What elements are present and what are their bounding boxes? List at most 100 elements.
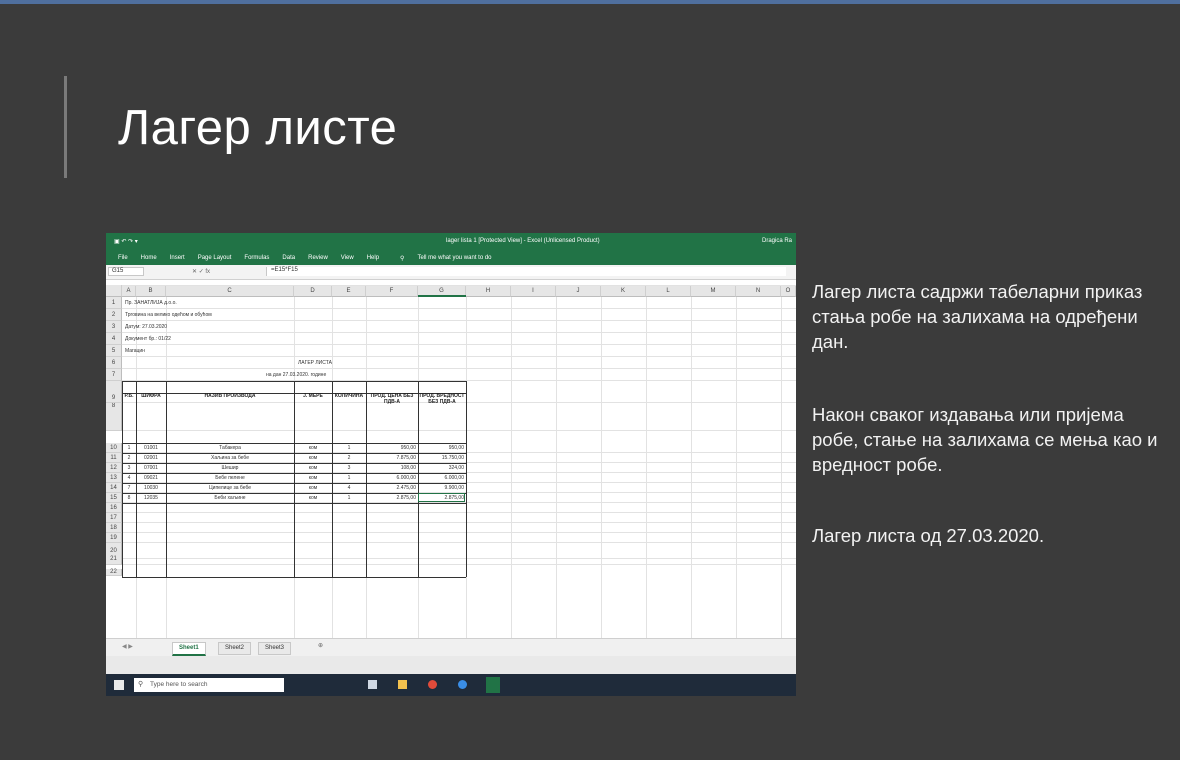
ribbon-tab-insert[interactable]: Insert bbox=[170, 255, 185, 261]
add-sheet-icon[interactable]: ⊕ bbox=[318, 642, 323, 649]
row-header[interactable]: 1 bbox=[106, 297, 122, 309]
sheet-tab-3[interactable]: Sheet3 bbox=[258, 642, 292, 655]
header-line-cell[interactable]: Пр. ЗАНАТЛИЈА д.о.о. bbox=[125, 300, 177, 306]
row-header[interactable]: 8 bbox=[106, 381, 122, 431]
table-header-cell[interactable]: НАЗИВ ПРОИЗВОДА bbox=[166, 393, 294, 399]
table-data-cell[interactable]: Хаљина за бебе bbox=[168, 455, 292, 461]
table-header-cell[interactable]: Р.Б. bbox=[122, 393, 136, 399]
table-data-cell[interactable]: 1 bbox=[334, 445, 364, 451]
header-line-cell[interactable]: Трговина на велико одећом и обућом bbox=[125, 312, 212, 318]
table-data-cell[interactable]: 12035 bbox=[138, 495, 164, 501]
table-data-cell[interactable]: 01001 bbox=[138, 445, 164, 451]
column-header[interactable]: C bbox=[166, 285, 294, 297]
table-data-cell[interactable]: ком bbox=[296, 455, 330, 461]
column-header[interactable]: A bbox=[122, 285, 136, 297]
table-data-cell[interactable]: 07001 bbox=[138, 465, 164, 471]
file-explorer-icon[interactable] bbox=[398, 680, 407, 689]
ribbon-tab-page-layout[interactable]: Page Layout bbox=[198, 255, 232, 261]
table-data-cell[interactable]: 2 bbox=[334, 455, 364, 461]
ribbon-tab-help[interactable]: Help bbox=[367, 255, 379, 261]
table-data-cell[interactable]: 950,00 bbox=[420, 445, 464, 451]
row-header[interactable]: 12 bbox=[106, 463, 122, 473]
column-header[interactable]: O bbox=[781, 285, 796, 297]
chrome-icon[interactable] bbox=[428, 680, 437, 689]
ribbon-tab-view[interactable]: View bbox=[341, 255, 354, 261]
column-header[interactable]: J bbox=[556, 285, 601, 297]
table-header-cell[interactable]: Ј. МЕРЕ bbox=[294, 393, 332, 399]
row-header[interactable]: 15 bbox=[106, 493, 122, 503]
table-header-cell[interactable]: ШИФРА bbox=[136, 393, 166, 399]
table-data-cell[interactable]: 9.900,00 bbox=[420, 485, 464, 491]
table-data-cell[interactable]: 02001 bbox=[138, 455, 164, 461]
table-data-cell[interactable]: Бебе пелене bbox=[168, 475, 292, 481]
table-data-cell[interactable]: 950,00 bbox=[368, 445, 416, 451]
table-data-cell[interactable]: 10030 bbox=[138, 485, 164, 491]
ribbon-tab-review[interactable]: Review bbox=[308, 255, 328, 261]
ribbon-tab-home[interactable]: Home bbox=[141, 255, 157, 261]
edge-icon[interactable] bbox=[458, 680, 467, 689]
row-header[interactable]: 19 bbox=[106, 533, 122, 543]
row-header[interactable]: 3 bbox=[106, 321, 122, 333]
column-header[interactable]: M bbox=[691, 285, 736, 297]
header-line-cell[interactable]: Магацин bbox=[125, 348, 145, 354]
table-header-cell[interactable]: КОЛИЧИНА bbox=[332, 393, 366, 399]
windows-start-icon[interactable] bbox=[114, 680, 124, 690]
row-header[interactable]: 9 bbox=[106, 393, 122, 403]
table-data-cell[interactable]: 1 bbox=[334, 495, 364, 501]
taskbar-search-box[interactable]: ⚲ Type here to search bbox=[134, 678, 284, 692]
table-header-cell[interactable]: ПРОД. ВРЕДНОСТ БЕЗ ПДВ-А bbox=[418, 393, 466, 405]
sheet-title-cell[interactable]: ЛАГЕР ЛИСТА bbox=[298, 360, 332, 366]
column-header[interactable]: H bbox=[466, 285, 511, 297]
sheet-subtitle-cell[interactable]: на дан 27.03.2020. године bbox=[266, 372, 326, 378]
header-line-cell[interactable]: Датум: 27.03.2020 bbox=[125, 324, 167, 330]
row-header[interactable]: 22 bbox=[106, 569, 122, 576]
table-data-cell[interactable]: ком bbox=[296, 465, 330, 471]
column-header[interactable]: D bbox=[294, 285, 332, 297]
sheet-nav-arrows-icon[interactable]: ◀ ▶ bbox=[122, 643, 133, 650]
table-data-cell[interactable]: 2.875,00 bbox=[368, 495, 416, 501]
row-header[interactable]: 10 bbox=[106, 443, 122, 453]
name-box[interactable]: G15 bbox=[108, 267, 144, 276]
table-data-cell[interactable]: 7.875,00 bbox=[368, 455, 416, 461]
column-header[interactable]: B bbox=[136, 285, 166, 297]
table-header-cell[interactable]: ПРОД. ЦЕНА БЕЗ ПДВ-А bbox=[366, 393, 418, 405]
row-header[interactable]: 17 bbox=[106, 513, 122, 523]
table-data-cell[interactable]: 6.000,00 bbox=[368, 475, 416, 481]
header-line-cell[interactable]: Документ бр.: 01/22 bbox=[125, 336, 171, 342]
column-header[interactable]: L bbox=[646, 285, 691, 297]
table-data-cell[interactable]: Шешир bbox=[168, 465, 292, 471]
table-data-cell[interactable]: Ципелице за бебе bbox=[168, 485, 292, 491]
column-header[interactable]: E bbox=[332, 285, 366, 297]
excel-app-icon[interactable] bbox=[486, 677, 500, 693]
table-data-cell[interactable]: ком bbox=[296, 485, 330, 491]
row-header[interactable]: 14 bbox=[106, 483, 122, 493]
row-header[interactable]: 5 bbox=[106, 345, 122, 357]
table-data-cell[interactable]: 2.475,00 bbox=[368, 485, 416, 491]
row-header[interactable]: 11 bbox=[106, 453, 122, 463]
table-data-cell[interactable]: 15.750,00 bbox=[420, 455, 464, 461]
table-data-cell[interactable]: 2 bbox=[124, 455, 134, 461]
table-data-cell[interactable]: 4 bbox=[124, 475, 134, 481]
formula-input[interactable]: =E15*F15 bbox=[266, 267, 786, 276]
ribbon-tab-formulas[interactable]: Formulas bbox=[244, 255, 269, 261]
table-data-cell[interactable]: 1 bbox=[124, 445, 134, 451]
row-header[interactable]: 2 bbox=[106, 309, 122, 321]
row-header[interactable]: 6 bbox=[106, 357, 122, 369]
ribbon-tab-file[interactable]: File bbox=[118, 255, 128, 261]
table-data-cell[interactable]: ком bbox=[296, 495, 330, 501]
table-data-cell[interactable]: 3 bbox=[334, 465, 364, 471]
table-data-cell[interactable]: 7 bbox=[124, 485, 134, 491]
column-header[interactable]: K bbox=[601, 285, 646, 297]
table-data-cell[interactable]: 3 bbox=[124, 465, 134, 471]
sheet-tab-1[interactable]: Sheet1 bbox=[172, 642, 206, 656]
table-data-cell[interactable]: 1 bbox=[334, 475, 364, 481]
column-header[interactable]: F bbox=[366, 285, 418, 297]
row-header[interactable]: 13 bbox=[106, 473, 122, 483]
ribbon-tab-data[interactable]: Data bbox=[282, 255, 295, 261]
row-header[interactable]: 4 bbox=[106, 333, 122, 345]
table-data-cell[interactable]: ком bbox=[296, 475, 330, 481]
table-data-cell[interactable]: 6.000,00 bbox=[420, 475, 464, 481]
row-header[interactable]: 7 bbox=[106, 369, 122, 381]
column-header[interactable]: I bbox=[511, 285, 556, 297]
row-header[interactable]: 18 bbox=[106, 523, 122, 533]
